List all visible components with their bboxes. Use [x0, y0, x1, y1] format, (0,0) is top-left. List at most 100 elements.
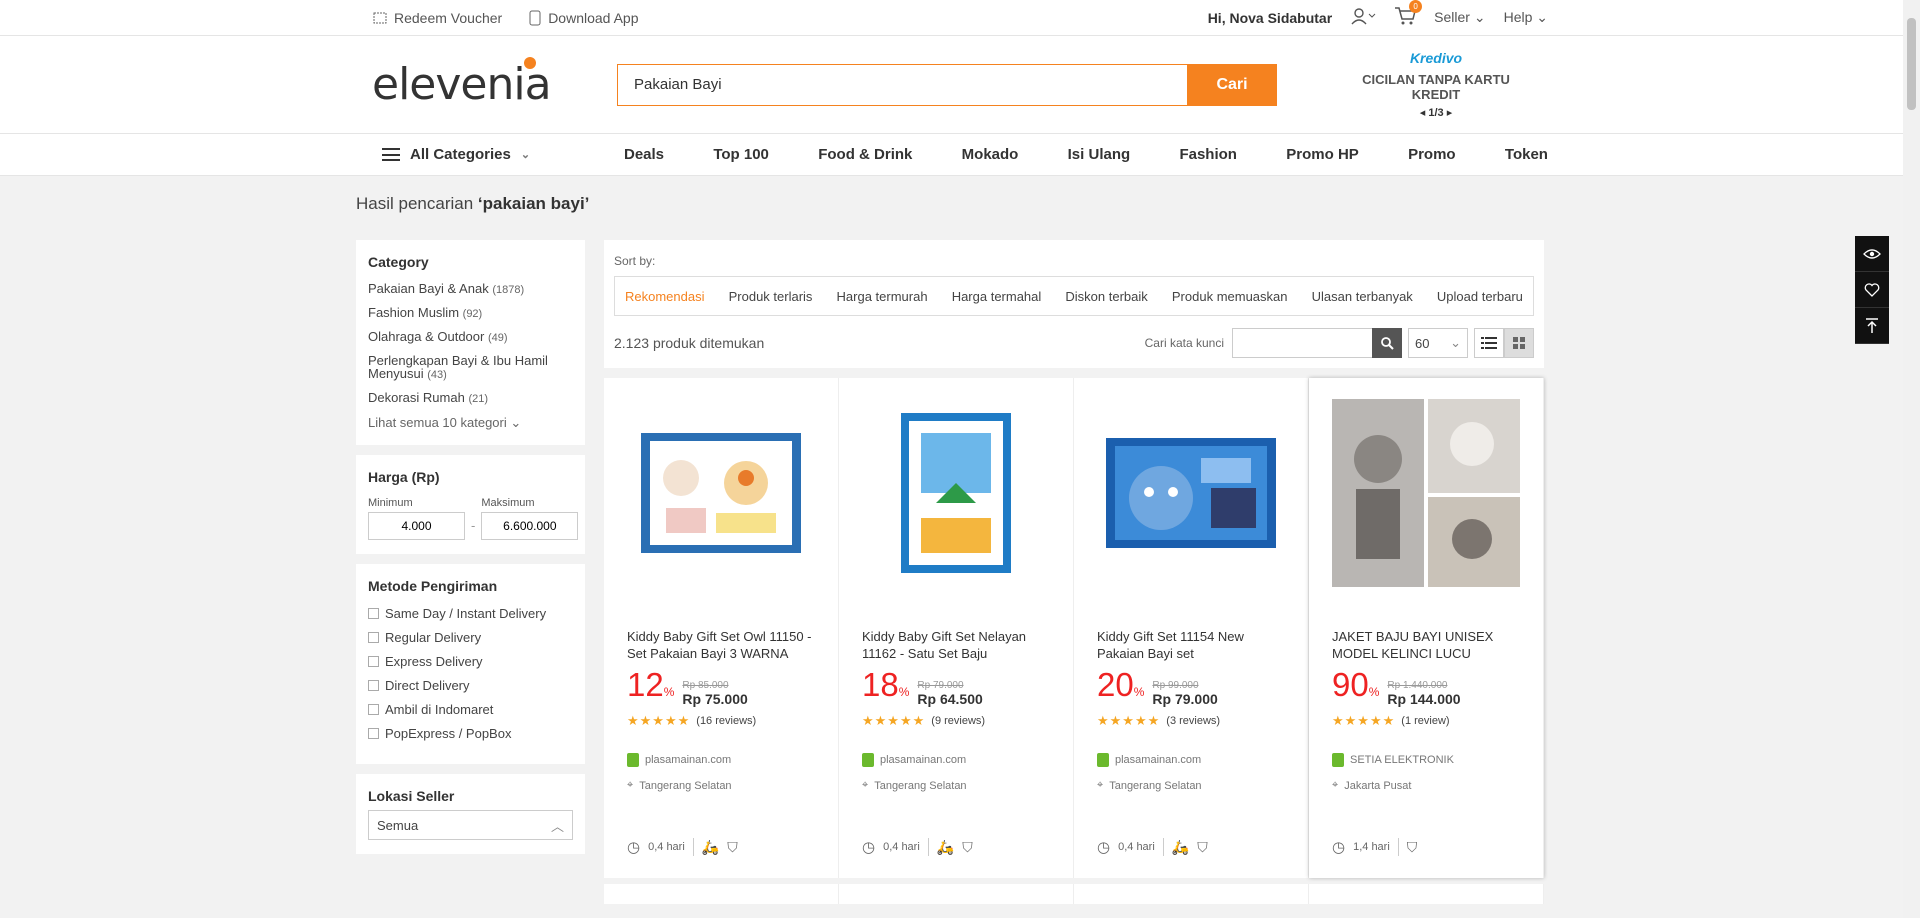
checkbox[interactable] — [368, 680, 379, 691]
percent-sign: % — [898, 685, 910, 699]
product-card[interactable]: JAKET BAJU BAYI UNISEX MODEL KELINCI LUC… — [1309, 378, 1544, 878]
clock-icon: ◷ — [1332, 839, 1346, 856]
recently-viewed-button[interactable] — [1855, 236, 1889, 272]
product-image[interactable] — [1097, 398, 1285, 588]
checkbox[interactable] — [368, 656, 379, 667]
shipping-option[interactable]: Express Delivery — [368, 654, 573, 669]
sort-ulasan-terbanyak[interactable]: Ulasan terbanyak — [1312, 289, 1413, 304]
nav-link-isi-ulang[interactable]: Isi Ulang — [1068, 146, 1131, 163]
category-item[interactable]: Perlengkapan Bayi & Ibu Hamil Menyusui (… — [368, 354, 573, 382]
product-image[interactable] — [862, 398, 1050, 588]
all-categories-menu[interactable]: All Categories ⌄ — [372, 146, 610, 163]
shipping-label: Regular Delivery — [385, 630, 482, 645]
nav-link-deals[interactable]: Deals — [624, 146, 664, 163]
nav-link-mokado[interactable]: Mokado — [962, 146, 1019, 163]
help-menu[interactable]: Help ⌄ — [1504, 9, 1548, 26]
sort-label: Sort by: — [614, 254, 656, 268]
product-name[interactable]: Kiddy Baby Gift Set Owl 11150 - Set Paka… — [627, 628, 815, 662]
shipping-option[interactable]: Ambil di Indomaret — [368, 702, 573, 717]
sort-upload-terbaru[interactable]: Upload terbaru — [1437, 289, 1523, 304]
page-scrollbar[interactable] — [1903, 0, 1920, 918]
seller-info[interactable]: plasamainan.com — [862, 753, 1050, 767]
floating-toolbar — [1855, 236, 1889, 344]
product-image[interactable] — [627, 398, 815, 588]
product-name[interactable]: Kiddy Baby Gift Set Nelayan 11162 - Satu… — [862, 628, 1050, 662]
category-count: (49) — [487, 332, 508, 344]
shipping-option[interactable]: Regular Delivery — [368, 630, 573, 645]
chevron-down-icon: ⌄ — [510, 415, 522, 430]
scrollbar-thumb[interactable] — [1907, 18, 1916, 110]
percent-sign: % — [1368, 685, 1380, 699]
shipping-option[interactable]: Same Day / Instant Delivery — [368, 606, 573, 621]
nav-link-token[interactable]: Token — [1505, 146, 1548, 163]
kredivo-banner[interactable]: Kredivo CICILAN TANPA KARTU KREDIT ◂ 1/3… — [1341, 50, 1531, 119]
checkbox[interactable] — [368, 704, 379, 715]
seller-info[interactable]: plasamainan.com — [1097, 753, 1285, 767]
product-name[interactable]: JAKET BAJU BAYI UNISEX MODEL KELINCI LUC… — [1332, 628, 1520, 662]
nav-link-promo-hp[interactable]: Promo HP — [1286, 146, 1359, 163]
category-item[interactable]: Pakaian Bayi & Anak (1878) — [368, 282, 573, 297]
sort-diskon-terbaik[interactable]: Diskon terbaik — [1065, 289, 1147, 304]
product-card[interactable]: Kiddy Baby Gift Set Nelayan 11162 - Satu… — [839, 378, 1074, 878]
sort-rekomendasi[interactable]: Rekomendasi — [625, 289, 705, 304]
checkbox[interactable] — [368, 728, 379, 739]
nav-link-food-drink[interactable]: Food & Drink — [818, 146, 912, 163]
product-card[interactable]: Kiddy Gift Set 11154 New Pakaian Bayi se… — [1074, 378, 1309, 878]
kredivo-logo: Kredivo — [1409, 50, 1463, 66]
result-query: ‘pakaian bayi’ — [477, 194, 590, 213]
per-page-select[interactable]: 60 ⌄ — [1408, 328, 1468, 358]
seller-info[interactable]: SETIA ELEKTRONIK — [1332, 753, 1520, 767]
site-logo[interactable]: elevenia — [372, 57, 617, 110]
product-name[interactable]: Kiddy Gift Set 11154 New Pakaian Bayi se… — [1097, 628, 1285, 662]
keyword-search-button[interactable] — [1372, 328, 1402, 358]
sort-harga-termahal[interactable]: Harga termahal — [952, 289, 1042, 304]
nav-link-top-100[interactable]: Top 100 — [713, 146, 769, 163]
next-arrow-icon[interactable]: ▸ — [1447, 107, 1453, 119]
list-view-button[interactable] — [1474, 328, 1504, 358]
grid-view-button[interactable] — [1504, 328, 1534, 358]
user-greeting[interactable]: Hi, Nova Sidabutar — [1208, 10, 1332, 26]
min-price-input[interactable] — [368, 512, 465, 540]
see-all-categories-link[interactable]: Lihat semua 10 kategori ⌄ — [368, 415, 573, 431]
nav-link-promo[interactable]: Promo — [1408, 146, 1456, 163]
max-price-input[interactable] — [481, 512, 579, 540]
redeem-voucher-link[interactable]: Redeem Voucher — [372, 10, 502, 26]
result-prefix: Hasil pencarian — [356, 194, 478, 213]
sort-produk-terlaris[interactable]: Produk terlaris — [729, 289, 813, 304]
location-value: Semua — [377, 817, 419, 833]
seller-menu[interactable]: Seller ⌄ — [1434, 9, 1485, 26]
back-to-top-button[interactable] — [1855, 308, 1889, 344]
nav-link-fashion[interactable]: Fashion — [1179, 146, 1237, 163]
result-count: 2.123 produk ditemukan — [614, 335, 764, 351]
review-count: (1 review) — [1401, 715, 1450, 727]
location-select[interactable]: Semua ︿ — [368, 810, 573, 840]
shipping-option[interactable]: PopExpress / PopBox — [368, 726, 573, 741]
account-menu[interactable] — [1350, 7, 1376, 28]
product-card[interactable]: Kiddy Baby Gift Set Owl 11150 - Set Paka… — [604, 378, 839, 878]
checkbox[interactable] — [368, 608, 379, 619]
shipping-option[interactable]: Direct Delivery — [368, 678, 573, 693]
help-label: Help — [1503, 9, 1533, 25]
chevron-down-icon: ⌄ — [1473, 9, 1486, 25]
product-card-partial — [604, 884, 839, 904]
seller-name: SETIA ELEKTRONIK — [1350, 754, 1454, 766]
seller-info[interactable]: plasamainan.com — [627, 753, 815, 767]
download-app-link[interactable]: Download App — [528, 10, 638, 26]
category-item[interactable]: Fashion Muslim (92) — [368, 306, 573, 321]
wishlist-button[interactable] — [1855, 272, 1889, 308]
product-card-partial — [1309, 884, 1544, 904]
max-price-label: Maksimum — [481, 497, 535, 509]
category-item[interactable]: Dekorasi Rumah (21) — [368, 391, 573, 406]
see-all-label: Lihat semua 10 kategori — [368, 415, 507, 430]
search-button[interactable]: Cari — [1187, 63, 1277, 106]
sort-produk-memuaskan[interactable]: Produk memuaskan — [1172, 289, 1288, 304]
sort-harga-termurah[interactable]: Harga termurah — [837, 289, 928, 304]
cart-button[interactable]: 0 — [1394, 0, 1423, 29]
discount-value: 18 — [862, 666, 899, 703]
keyword-input[interactable] — [1232, 328, 1372, 358]
prev-arrow-icon[interactable]: ◂ — [1420, 107, 1426, 119]
category-item[interactable]: Olahraga & Outdoor (49) — [368, 330, 573, 345]
product-image[interactable] — [1332, 398, 1520, 588]
checkbox[interactable] — [368, 632, 379, 643]
search-input[interactable] — [617, 63, 1187, 106]
